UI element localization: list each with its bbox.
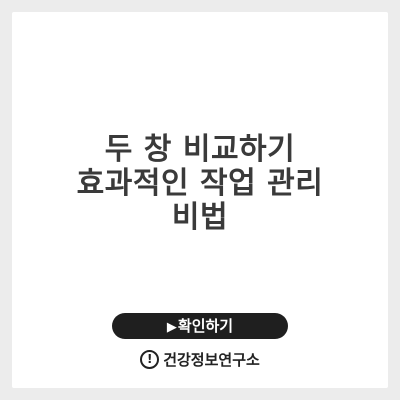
title-line-1: 두 창 비교하기: [104, 132, 296, 167]
info-circle-icon: !: [140, 349, 160, 369]
page-title: 두 창 비교하기 효과적인 작업 관리 비법: [0, 133, 400, 235]
confirm-button-label: 확인하기: [177, 317, 234, 335]
brand-name: 건강정보연구소: [163, 350, 260, 369]
confirm-button[interactable]: ▶확인하기: [112, 313, 288, 339]
title-line-3: 비법: [171, 200, 229, 235]
brand-badge: ! 건강정보연구소: [0, 346, 400, 372]
play-triangle-icon: ▶: [166, 320, 177, 335]
title-line-2: 효과적인 작업 관리: [76, 166, 324, 201]
